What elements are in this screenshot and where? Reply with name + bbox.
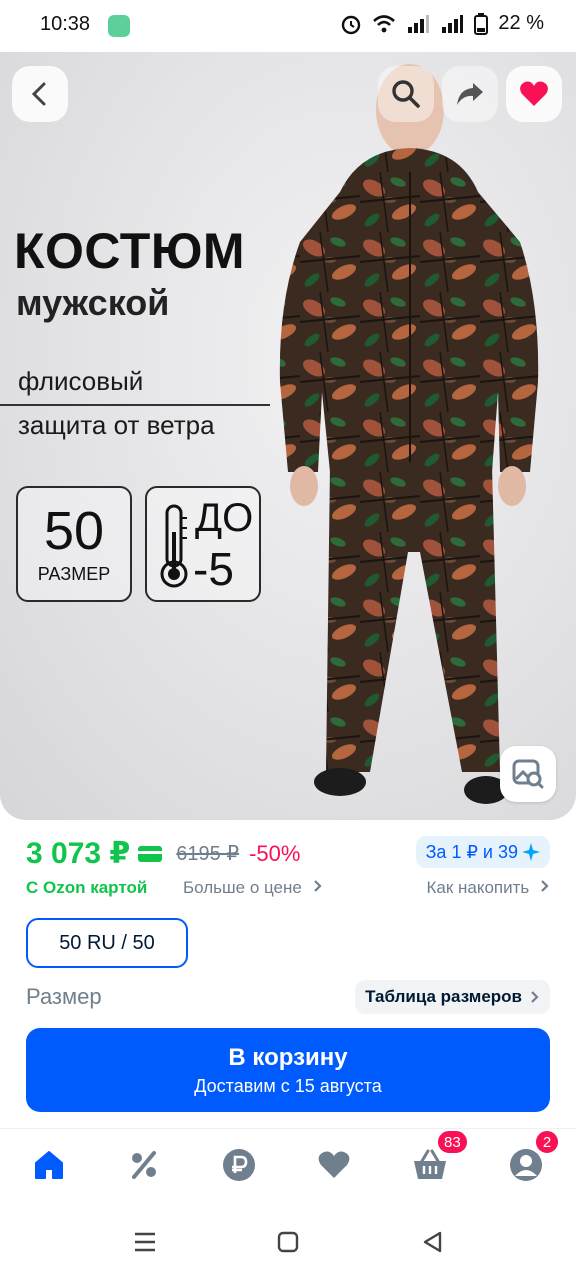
hero-feature: защита от ветра [18,410,215,440]
nav-cart[interactable]: 83 [410,1129,469,1185]
temperature-badge: ДО -5 [145,486,261,602]
back-system-button[interactable] [418,1228,446,1256]
nav-discounts[interactable] [124,1145,164,1185]
share-button[interactable] [442,66,498,122]
hero-feature: флисовый [18,366,144,396]
badge-size-label: РАЗМЕР [37,564,111,584]
battery-level: 22 % [498,12,544,34]
search-icon [392,80,420,108]
chevron-left-icon [31,82,46,106]
hero-title: КОСТЮМ [14,223,246,279]
signal-icon-2 [442,14,464,33]
how-collect-link[interactable]: Как накопить [426,878,550,898]
square-icon [277,1231,299,1253]
image-search-button[interactable] [500,746,556,802]
thermometer-icon [160,504,188,588]
alarm-icon [342,15,361,34]
price-old: 6195 ₽ [176,843,240,865]
size-option-selected[interactable]: 50 RU / 50 [26,918,188,968]
discount-badge: -50% [249,840,301,866]
price-current: 3 073 ₽ [26,837,131,870]
favorite-button[interactable] [506,66,562,122]
size-table-label: Таблица размеров [365,987,522,1006]
heart-icon [520,81,548,106]
profile-icon [510,1149,542,1181]
how-collect-label: Как накопить [426,878,530,897]
hero-divider [0,404,270,406]
search-button[interactable] [378,66,434,122]
more-price-label: Больше о цене [183,878,302,897]
nav-home[interactable] [29,1145,69,1185]
cart-count-badge: 83 [436,1129,469,1155]
delivery-date: Доставим с 15 августа [194,1075,382,1096]
signal-icon [408,14,430,33]
nav-favorites[interactable] [314,1145,354,1185]
home-icon [35,1151,63,1179]
recents-button[interactable] [131,1228,159,1256]
chevron-right-icon [531,991,539,1003]
product-image[interactable]: КОСТЮМ мужской флисовый защита от ветра … [0,52,576,820]
more-price-link[interactable]: Больше о цене [183,878,323,898]
add-to-cart-label: В корзину [228,1043,348,1071]
sparkle-icon [522,843,540,861]
badge-temp-label: ДО [195,496,254,540]
triangle-back-icon [423,1231,442,1253]
chevron-right-icon [313,880,322,892]
share-icon [457,83,483,105]
percent-icon [132,1151,156,1179]
status-indicators: 22 % [340,12,544,35]
add-to-cart-button[interactable]: В корзину Доставим с 15 августа [26,1028,550,1112]
image-search-icon [512,759,544,789]
wifi-icon [373,14,396,32]
ozon-card-icon [138,845,163,862]
nav-profile[interactable]: 2 [506,1129,560,1185]
size-table-button[interactable]: Таблица размеров [355,980,550,1014]
price-row: 3 073 ₽ 6195 ₽ -50% [26,836,300,871]
bottom-nav: 83 2 [0,1128,576,1204]
points-text: За 1 ₽ и 39 [425,841,518,862]
ruble-icon [223,1149,255,1181]
heart-icon [318,1151,350,1178]
app-notification-icon [108,15,130,37]
battery-icon [474,12,489,35]
hero-subtitle: мужской [16,282,170,323]
ozon-card-label: С Ozon картой [26,878,148,897]
status-time: 10:38 [40,13,91,35]
system-nav-bar [0,1204,576,1280]
profile-notification-badge: 2 [534,1129,560,1155]
chevron-right-icon [541,880,549,892]
back-button[interactable] [12,66,68,122]
size-badge: 50 РАЗМЕР [16,486,132,602]
nav-finance[interactable] [219,1145,259,1185]
size-label: Размер [26,984,102,1009]
home-system-button[interactable] [274,1228,302,1256]
menu-icon [135,1232,155,1252]
status-bar: 10:38 22 % [0,0,576,50]
badge-size-number: 50 [43,501,105,561]
badge-temp-value: -5 [193,543,234,595]
points-badge[interactable]: За 1 ₽ и 39 [415,836,550,868]
